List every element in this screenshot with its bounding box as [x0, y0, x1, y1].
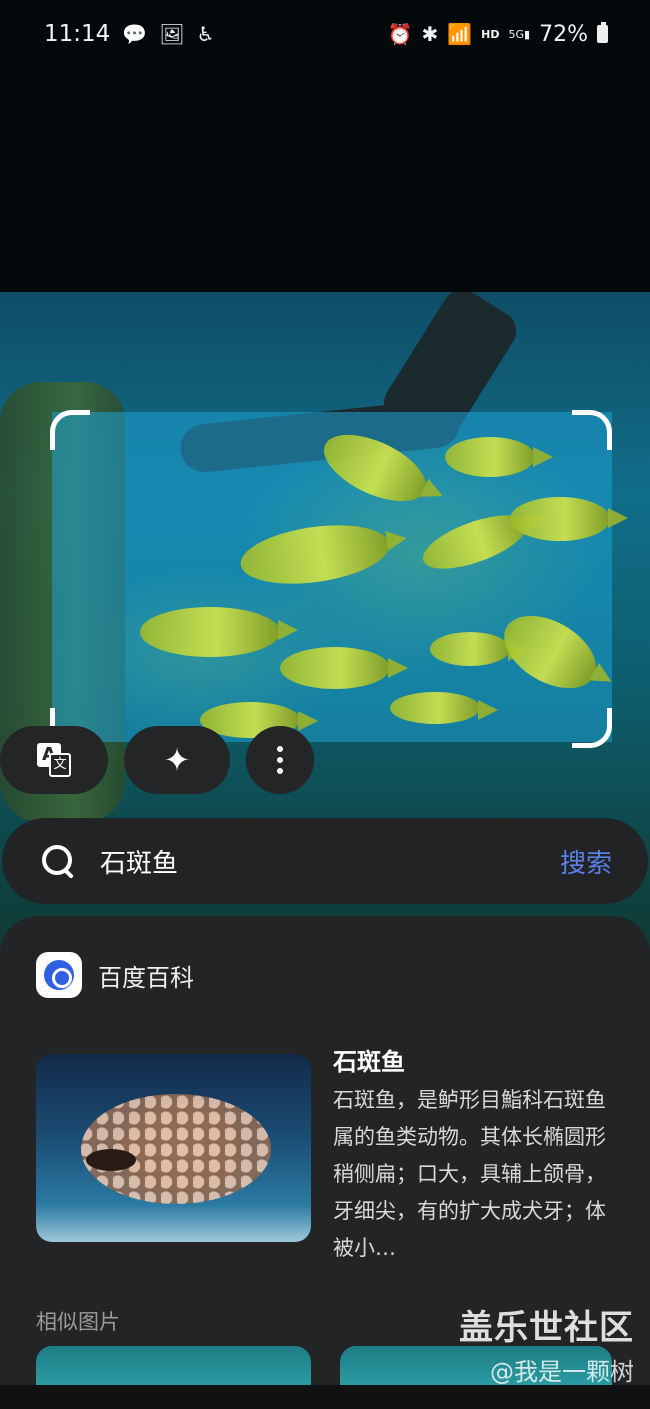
- gallery-icon: 🖼: [159, 22, 185, 46]
- status-bar: 11:14 💬 🖼 ♿ ⏰ ✱ 📶 HD 5G▮ 72%: [0, 0, 650, 68]
- photo-fish: [430, 632, 528, 666]
- photo-fish: [390, 692, 498, 724]
- navigation-bar: [0, 1385, 650, 1409]
- network-type: 5G: [508, 27, 525, 41]
- translate-button[interactable]: A 文: [0, 726, 108, 794]
- status-left: 11:14 💬 🖼 ♿: [44, 21, 215, 47]
- alarm-icon: ⏰: [387, 22, 413, 46]
- status-right: ⏰ ✱ 📶 HD 5G▮ 72%: [388, 22, 608, 47]
- watermark-title: 盖乐世社区: [459, 1308, 634, 1348]
- more-vertical-icon: [277, 746, 283, 774]
- entry-description: 石斑鱼，是鲈形目鮨科石斑鱼属的鱼类动物。其体长椭圆形稍侧扁；口大，具辅上颌骨，牙…: [333, 1088, 606, 1260]
- sparkle-icon: ✦: [163, 741, 191, 779]
- more-options-button[interactable]: [246, 726, 314, 794]
- translate-icon: A 文: [37, 743, 71, 777]
- selection-corner-top-left[interactable]: [50, 410, 90, 450]
- photo-fish: [510, 497, 628, 541]
- search-query[interactable]: 石斑鱼: [100, 843, 560, 880]
- accessibility-icon: ♿: [196, 22, 215, 46]
- result-thumbnail[interactable]: [36, 1054, 311, 1242]
- source-name: 百度百科: [98, 963, 194, 992]
- result-source[interactable]: 百度百科: [36, 952, 194, 998]
- search-icon: [40, 843, 76, 879]
- photo-fish: [280, 647, 408, 689]
- selection-corner-bottom-right[interactable]: [572, 708, 612, 748]
- entry-title[interactable]: 石斑鱼: [333, 1042, 405, 1077]
- battery-percent: 72%: [539, 21, 588, 47]
- selection-corner-top-right[interactable]: [572, 410, 612, 450]
- 5g-signal-icon: 5G▮: [508, 27, 531, 41]
- photo-fish: [445, 437, 553, 477]
- wifi-icon: 📶: [447, 22, 473, 46]
- translate-icon-target: 文: [49, 753, 71, 777]
- wechat-icon: 💬: [122, 22, 148, 46]
- battery-icon: [597, 22, 608, 43]
- similar-images-label: 相似图片: [36, 1310, 120, 1334]
- status-time: 11:14: [44, 21, 111, 47]
- hd-icon: HD: [481, 27, 500, 41]
- photo-fish: [140, 607, 298, 657]
- search-bar[interactable]: 石斑鱼 搜索: [2, 818, 648, 904]
- ai-assist-button[interactable]: ✦: [124, 726, 230, 794]
- bluetooth-icon: ✱: [421, 22, 439, 46]
- baidu-baike-icon: [36, 952, 82, 998]
- search-button[interactable]: 搜索: [560, 843, 612, 880]
- watermark-author: @我是一颗树: [490, 1358, 634, 1386]
